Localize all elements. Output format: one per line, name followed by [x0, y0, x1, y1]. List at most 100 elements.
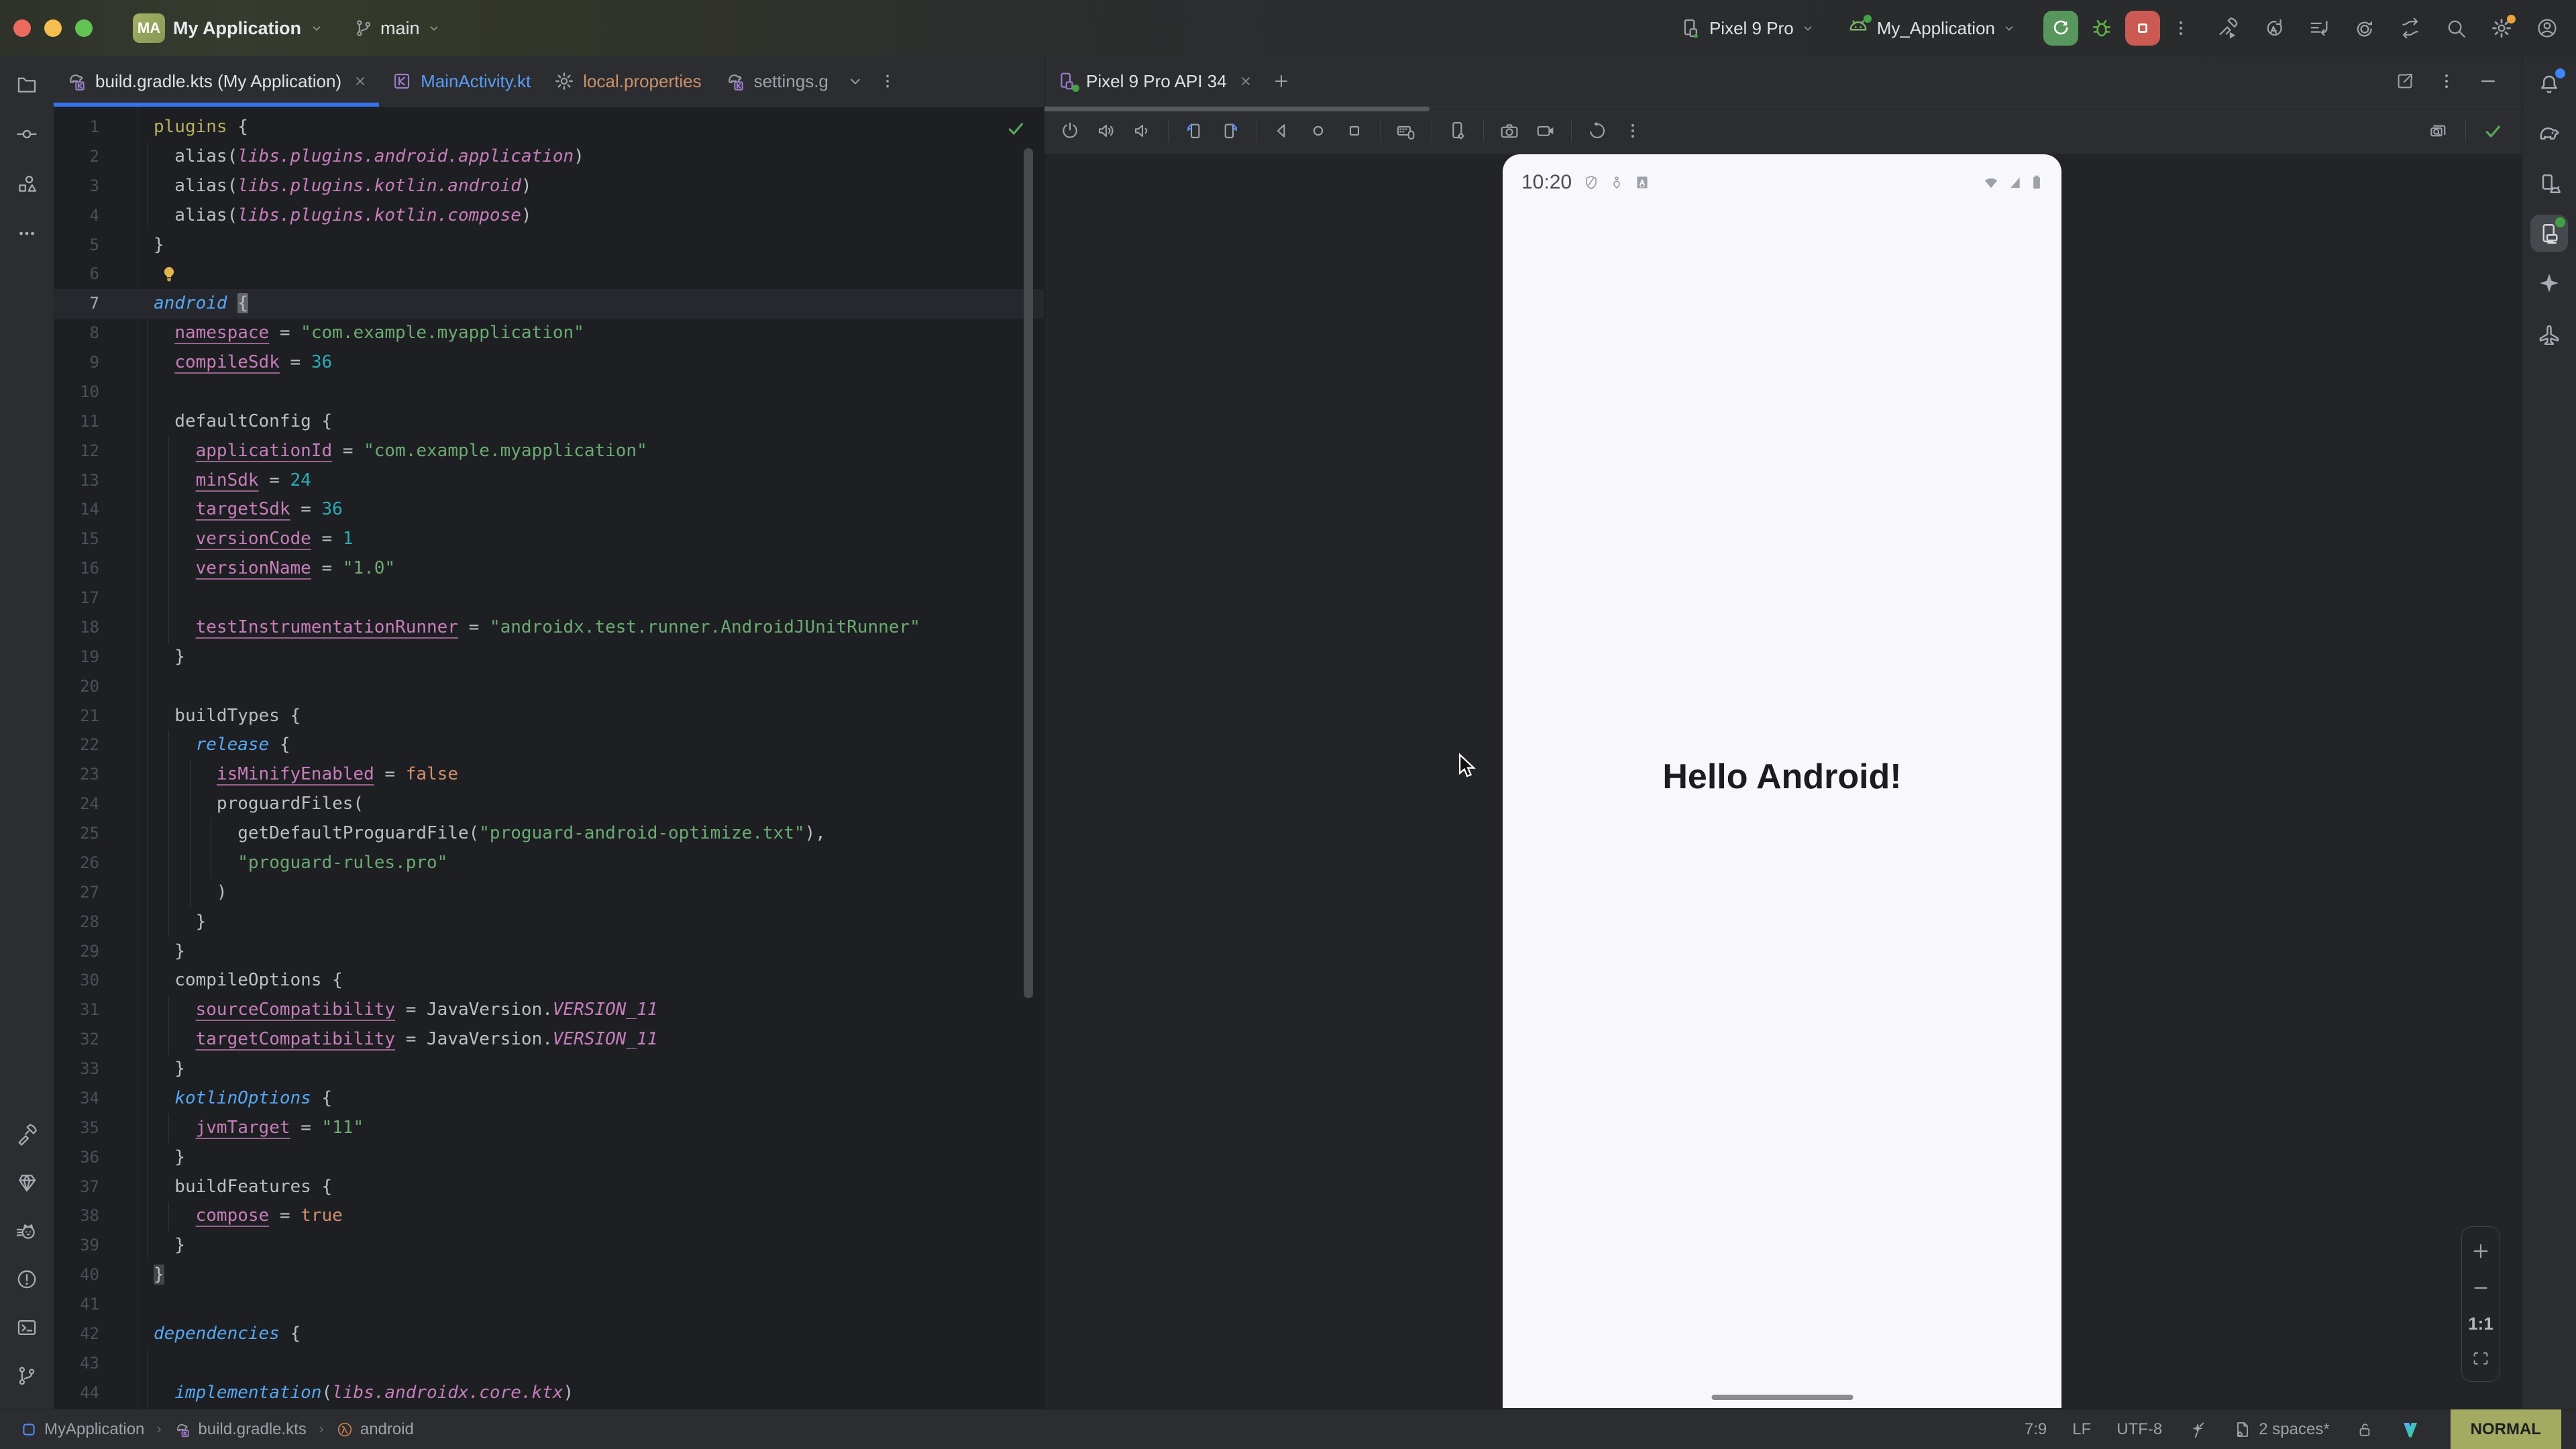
- editor-tab[interactable]: MainActivity.kt: [379, 56, 541, 106]
- inspections-ok-icon[interactable]: [1005, 117, 1026, 139]
- volume-up-button[interactable]: [1095, 120, 1117, 142]
- code-line[interactable]: 21 buildTypes {: [54, 702, 1044, 731]
- check-button[interactable]: [2482, 120, 2504, 142]
- code-line[interactable]: 28 }: [54, 908, 1044, 937]
- camera-button[interactable]: [1499, 120, 1520, 142]
- vcs-branch-widget[interactable]: main: [354, 18, 441, 39]
- code-line[interactable]: 15 versionCode = 1: [54, 525, 1044, 554]
- gesture-handle[interactable]: [1711, 1395, 1853, 1400]
- code-line[interactable]: 23 isMinifyEnabled = false: [54, 760, 1044, 790]
- tool-gem-button[interactable]: [8, 1164, 46, 1201]
- code-line[interactable]: 31 sourceCompatibility = JavaVersion.VER…: [54, 996, 1044, 1025]
- tool-commit-button[interactable]: [8, 115, 46, 153]
- build-hammer-icon[interactable]: [2216, 17, 2239, 40]
- tool-git-branch-button[interactable]: [8, 1357, 46, 1395]
- minimize-icon[interactable]: [2478, 71, 2498, 91]
- close-window-button[interactable]: [13, 19, 31, 37]
- settings-gear-icon[interactable]: [2490, 17, 2513, 40]
- keyboard-button[interactable]: [1395, 120, 1417, 142]
- more-actions-button[interactable]: [2171, 18, 2191, 38]
- lightbulb-icon[interactable]: [159, 264, 179, 284]
- code-line[interactable]: 11 defaultConfig {: [54, 407, 1044, 437]
- phone-settings-button[interactable]: [1447, 120, 1468, 142]
- breadcrumb-item[interactable]: build.gradle.kts: [174, 1420, 306, 1439]
- nav-home-button[interactable]: [1307, 120, 1329, 142]
- code-line[interactable]: 20: [54, 672, 1044, 702]
- tool-more-button[interactable]: [8, 215, 46, 252]
- code-line[interactable]: 10: [54, 378, 1044, 407]
- editor-tab[interactable]: settings.g: [712, 56, 839, 106]
- code-line[interactable]: 34 kotlinOptions {: [54, 1084, 1044, 1114]
- sync-project-icon[interactable]: [2262, 17, 2285, 40]
- tool-terminal-button[interactable]: [8, 1309, 46, 1346]
- editor-tab[interactable]: build.gradle.kts (My Application): [54, 56, 379, 106]
- code-line[interactable]: 22 release {: [54, 731, 1044, 760]
- tool-logcat-button[interactable]: [8, 1212, 46, 1250]
- layers-search-button[interactable]: [2428, 120, 2449, 142]
- power-button[interactable]: [1059, 120, 1081, 142]
- code-line[interactable]: 27 ): [54, 878, 1044, 908]
- editor-scrollbar[interactable]: [1024, 148, 1033, 998]
- code-line[interactable]: 13 minSdk = 24: [54, 466, 1044, 496]
- pin-ai-icon[interactable]: [2188, 1419, 2208, 1440]
- minimize-window-button[interactable]: [44, 19, 62, 37]
- open-new-icon[interactable]: [2395, 71, 2415, 91]
- close-icon[interactable]: [352, 73, 368, 89]
- code-line[interactable]: 1plugins {: [54, 113, 1044, 142]
- code-line[interactable]: 43: [54, 1349, 1044, 1379]
- code-line[interactable]: 7android {: [54, 289, 1044, 319]
- code-line[interactable]: 36 }: [54, 1143, 1044, 1173]
- code-line[interactable]: 19 }: [54, 643, 1044, 672]
- chevron-down-icon[interactable]: [846, 72, 865, 91]
- debug-button[interactable]: [2089, 15, 2114, 41]
- code-line[interactable]: 9 compileSdk = 36: [54, 348, 1044, 378]
- code-line[interactable]: 29 }: [54, 937, 1044, 967]
- project-widget[interactable]: MA My Application: [133, 13, 324, 43]
- indent-widget[interactable]: 2 spaces*: [2233, 1420, 2329, 1439]
- code-line[interactable]: 39 }: [54, 1231, 1044, 1260]
- tool-bell-button[interactable]: [2530, 66, 2568, 103]
- code-line[interactable]: 25 getDefaultProguardFile("proguard-andr…: [54, 819, 1044, 849]
- code-line[interactable]: 33 }: [54, 1055, 1044, 1084]
- code-line[interactable]: 24 proguardFiles(: [54, 790, 1044, 819]
- zoom-ratio[interactable]: 1:1: [2468, 1313, 2493, 1334]
- code-line[interactable]: 35 jvmTarget = "11": [54, 1114, 1044, 1143]
- vim-icon[interactable]: [2400, 1419, 2421, 1440]
- code-line[interactable]: 41: [54, 1290, 1044, 1320]
- emulator-tab[interactable]: Pixel 9 Pro API 34: [1044, 56, 1265, 106]
- device-selector[interactable]: Pixel 9 Pro: [1680, 17, 1815, 40]
- code-line[interactable]: 44 implementation(libs.androidx.core.ktx…: [54, 1379, 1044, 1408]
- code-line[interactable]: 38 compose = true: [54, 1201, 1044, 1231]
- code-line[interactable]: 3 alias(libs.plugins.kotlin.android): [54, 172, 1044, 201]
- fit-screen-button[interactable]: [2471, 1348, 2491, 1368]
- code-line[interactable]: 8 namespace = "com.example.myapplication…: [54, 319, 1044, 348]
- code-line[interactable]: 32 targetCompatibility = JavaVersion.VER…: [54, 1025, 1044, 1055]
- breadcrumb-item[interactable]: MyApplication: [20, 1420, 144, 1439]
- code-line[interactable]: 18 testInstrumentationRunner = "androidx…: [54, 613, 1044, 643]
- video-button[interactable]: [1535, 120, 1556, 142]
- editor-tab[interactable]: local.properties: [541, 56, 712, 106]
- kebab-icon[interactable]: [878, 72, 897, 91]
- zoom-in-button[interactable]: [2469, 1240, 2492, 1263]
- user-icon[interactable]: [2536, 17, 2559, 40]
- code-line[interactable]: 12 applicationId = "com.example.myapplic…: [54, 437, 1044, 466]
- code-line[interactable]: 40}: [54, 1260, 1044, 1290]
- caret-position[interactable]: 7:9: [2025, 1420, 2047, 1439]
- code-line[interactable]: 30 compileOptions {: [54, 966, 1044, 996]
- tool-hammer-button[interactable]: [8, 1116, 46, 1153]
- kebab-icon[interactable]: [2436, 71, 2457, 91]
- reset-button[interactable]: [1587, 120, 1608, 142]
- tool-gradle-elephant-button[interactable]: [2530, 115, 2568, 153]
- rotate-left-button[interactable]: [1183, 120, 1205, 142]
- nav-overview-button[interactable]: [1344, 120, 1365, 142]
- code-line[interactable]: 16 versionName = "1.0": [54, 554, 1044, 584]
- tool-sparkle-button[interactable]: [2530, 264, 2568, 302]
- kebab-button[interactable]: [1623, 121, 1643, 141]
- code-line[interactable]: 17: [54, 584, 1044, 613]
- phone-screen[interactable]: 10:20 Hello Android!: [1503, 154, 2061, 1408]
- code-line[interactable]: 42dependencies {: [54, 1320, 1044, 1349]
- rerun-button[interactable]: [2043, 11, 2078, 46]
- code-line[interactable]: 14 targetSdk = 36: [54, 495, 1044, 525]
- tool-airplane-button[interactable]: [2530, 314, 2568, 352]
- code-line[interactable]: 4 alias(libs.plugins.kotlin.compose): [54, 201, 1044, 231]
